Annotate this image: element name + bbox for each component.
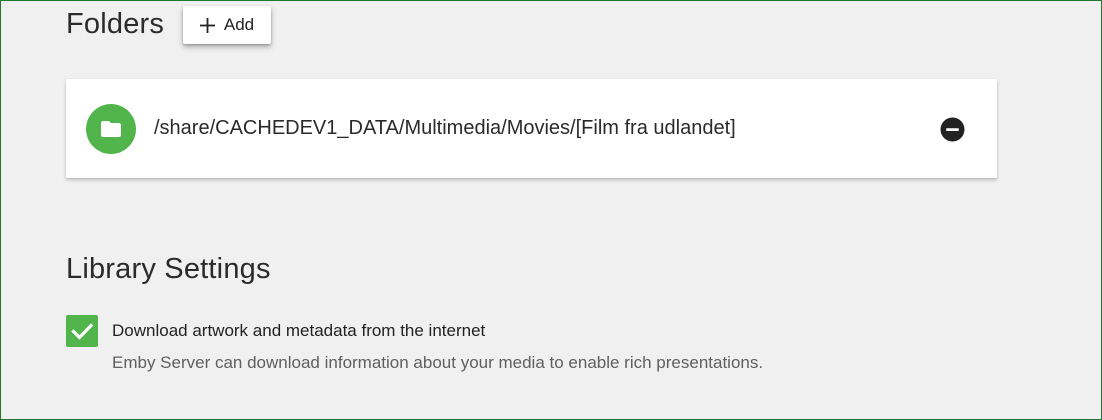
folder-avatar [86, 104, 136, 154]
folders-title: Folders [66, 8, 165, 40]
checkmark-icon [71, 323, 94, 340]
plus-icon [199, 17, 215, 33]
folder-list-item[interactable]: /share/CACHEDEV1_DATA/Multimedia/Movies/… [66, 79, 997, 178]
remove-folder-button[interactable] [940, 117, 965, 142]
add-folder-button[interactable]: Add [183, 6, 271, 44]
folder-icon [101, 121, 121, 137]
library-settings-title: Library Settings [66, 253, 271, 285]
download-artwork-label[interactable]: Download artwork and metadata from the i… [112, 321, 485, 341]
add-button-label: Add [223, 15, 255, 34]
download-artwork-description: Emby Server can download information abo… [112, 353, 764, 372]
folder-path: /share/CACHEDEV1_DATA/Multimedia/Movies/… [154, 117, 736, 139]
minus-circle-icon [940, 117, 965, 142]
download-artwork-checkbox[interactable] [66, 315, 98, 347]
